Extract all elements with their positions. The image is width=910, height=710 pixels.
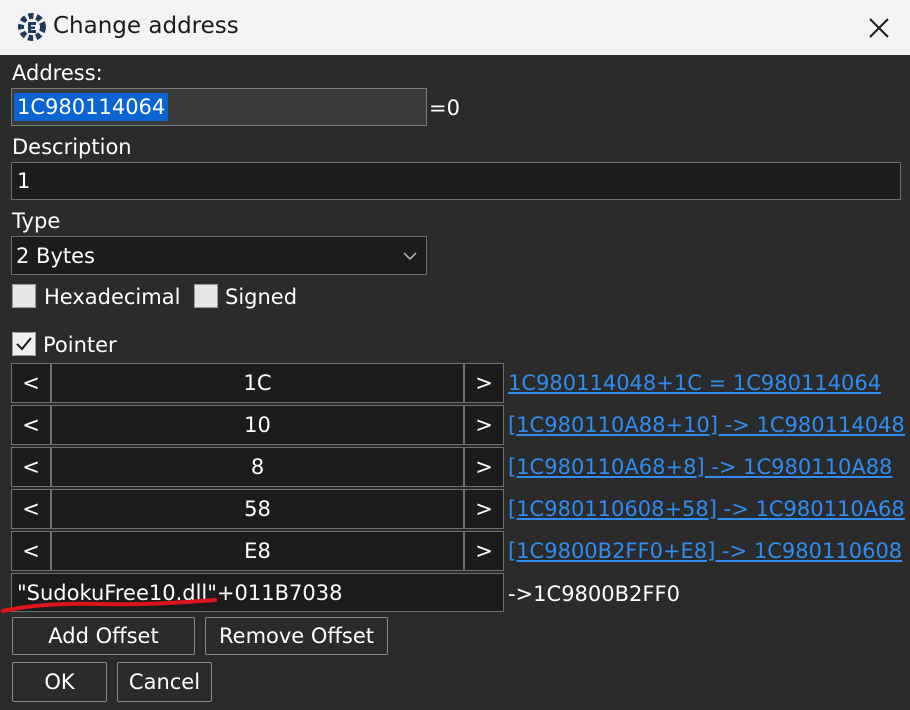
hexadecimal-checkbox[interactable]	[12, 284, 36, 308]
chevron-down-icon	[403, 251, 417, 260]
offset-increment-button[interactable]: >	[464, 531, 504, 571]
pointer-label: Pointer	[43, 333, 117, 357]
offset-resolved-link[interactable]: [1C9800B2FF0+E8] -> 1C980110608	[508, 539, 902, 563]
ok-button[interactable]: OK	[12, 662, 107, 702]
cheat-engine-gear-icon	[18, 13, 46, 41]
offset-resolved-link[interactable]: [1C980110608+58] -> 1C980110A68	[508, 497, 905, 521]
window-title: Change address	[53, 13, 239, 39]
offset-decrement-button[interactable]: <	[11, 489, 51, 529]
title-bar: Change address	[0, 0, 910, 55]
description-label: Description	[12, 135, 132, 159]
type-selected-value: 2 Bytes	[16, 243, 95, 268]
offset-decrement-button[interactable]: <	[11, 531, 51, 571]
offset-resolved-link[interactable]: 1C980114048+1C = 1C980114064	[508, 371, 881, 395]
hexadecimal-label: Hexadecimal	[44, 285, 181, 309]
base-address-result: ->1C9800B2FF0	[508, 582, 680, 606]
address-value: 1C980114064	[14, 93, 169, 121]
checkmark-icon	[16, 337, 32, 351]
address-result: =0	[429, 96, 460, 120]
offset-decrement-button[interactable]: <	[11, 447, 51, 487]
offset-increment-button[interactable]: >	[464, 489, 504, 529]
offset-input[interactable]: 58	[51, 489, 464, 529]
offset-resolved-link[interactable]: [1C980110A68+8] -> 1C980110A88	[508, 455, 892, 479]
offset-decrement-button[interactable]: <	[11, 405, 51, 445]
offset-input[interactable]: 10	[51, 405, 464, 445]
type-select[interactable]: 2 Bytes	[11, 236, 427, 275]
offset-increment-button[interactable]: >	[464, 447, 504, 487]
close-button[interactable]	[848, 0, 910, 55]
type-label: Type	[12, 209, 61, 233]
add-offset-button[interactable]: Add Offset	[12, 617, 195, 655]
offset-input[interactable]: E8	[51, 531, 464, 571]
cancel-button[interactable]: Cancel	[117, 662, 212, 702]
offset-input[interactable]: 8	[51, 447, 464, 487]
signed-label: Signed	[225, 285, 298, 309]
description-value: 1	[17, 169, 31, 193]
remove-offset-button[interactable]: Remove Offset	[205, 617, 388, 655]
pointer-checkbox[interactable]	[12, 332, 36, 356]
address-input[interactable]: 1C980114064	[11, 88, 427, 126]
offset-increment-button[interactable]: >	[464, 363, 504, 403]
offset-decrement-button[interactable]: <	[11, 363, 51, 403]
signed-checkbox[interactable]	[194, 284, 218, 308]
description-input[interactable]: 1	[11, 162, 901, 200]
address-label: Address:	[12, 61, 103, 85]
offset-increment-button[interactable]: >	[464, 405, 504, 445]
offset-resolved-link[interactable]: [1C980110A88+10] -> 1C980114048	[508, 413, 905, 437]
red-underline-annotation	[1, 598, 217, 613]
close-icon	[869, 17, 889, 38]
offset-input[interactable]: 1C	[51, 363, 464, 403]
